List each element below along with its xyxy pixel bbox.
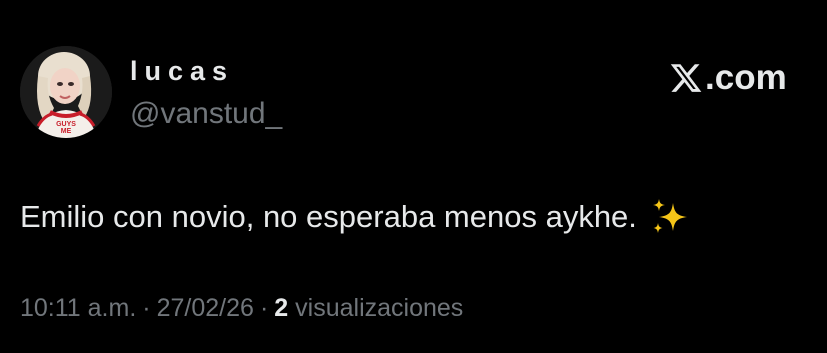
display-name[interactable]: lucas <box>130 55 234 87</box>
brand-domain: .com <box>705 58 787 97</box>
x-logo-icon <box>670 64 702 92</box>
brand-watermark: .com <box>668 58 787 98</box>
tweet-metadata: 10:11 a.m. · 27/02/26 · 2 visualizacione… <box>20 292 463 324</box>
views-label[interactable]: visualizaciones <box>295 292 463 324</box>
meta-separator: · <box>259 294 269 322</box>
tweet-date[interactable]: 27/02/26 <box>157 292 254 324</box>
tweet-time[interactable]: 10:11 a.m. <box>20 292 136 324</box>
svg-text:GUYS: GUYS <box>56 121 76 128</box>
avatar[interactable]: GUYS ME <box>20 46 112 138</box>
svg-text:ME: ME <box>61 128 72 135</box>
meta-separator: · <box>142 294 151 322</box>
tweet-text-container: Emilio con novio, no esperaba menos aykh… <box>20 196 689 238</box>
user-handle[interactable]: @vanstud_ <box>130 97 282 131</box>
views-count: 2 <box>274 294 289 322</box>
tweet-text: Emilio con novio, no esperaba menos aykh… <box>20 199 637 234</box>
sparkles-icon <box>652 199 687 233</box>
